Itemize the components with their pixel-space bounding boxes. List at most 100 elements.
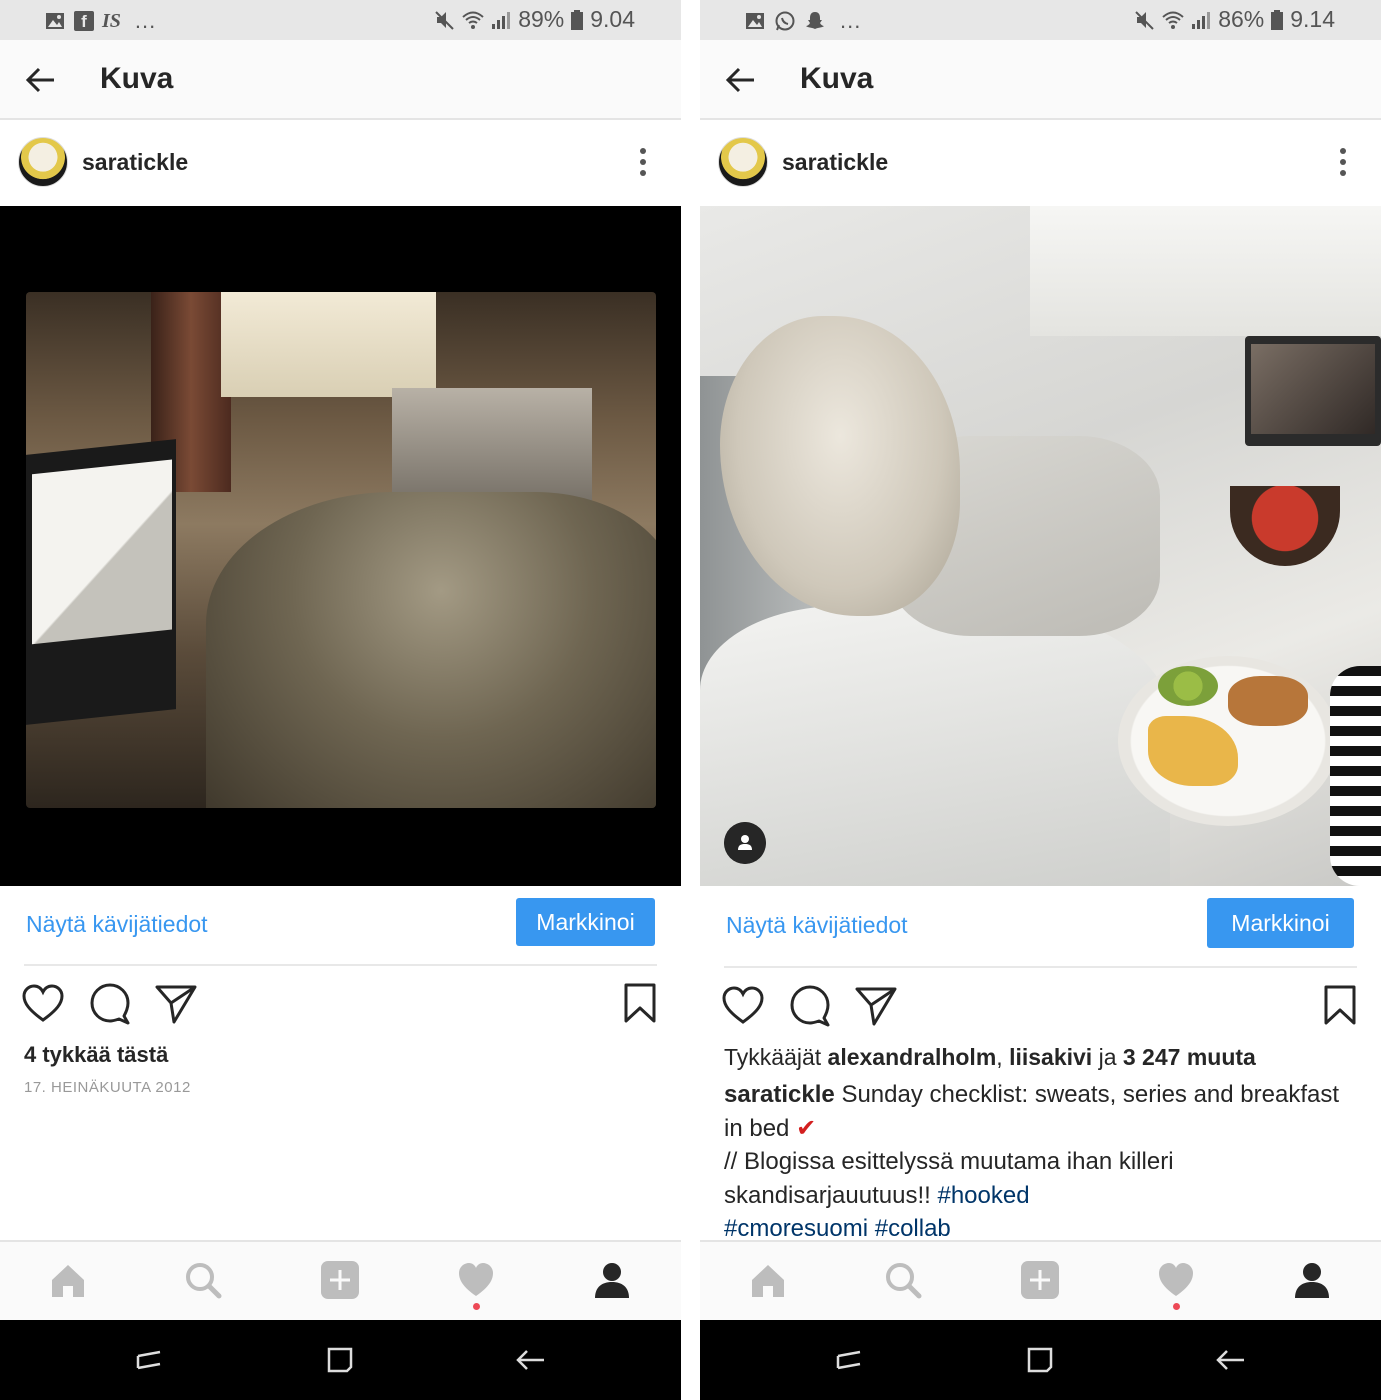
bookmark-icon[interactable]	[618, 982, 662, 1026]
right-screen: ... 86% 9.14 Kuva saratickle Näytä kävij…	[700, 0, 1381, 1400]
likes-prefix: Tykkääjät	[724, 1044, 822, 1070]
photo-content	[26, 292, 656, 808]
is-icon: IS	[102, 9, 121, 32]
left-screen: f IS ... 89% 9.04 Kuva saratickle Näytä …	[0, 0, 681, 1400]
heart-icon[interactable]	[21, 982, 65, 1026]
wifi-icon	[1162, 11, 1184, 29]
screenshot-divider	[681, 0, 700, 1400]
likes-join: ja	[1098, 1044, 1117, 1070]
battery-percent: 89%	[518, 6, 565, 32]
notification-dot	[473, 1303, 480, 1310]
comment-icon[interactable]	[788, 984, 832, 1028]
recents-icon[interactable]	[832, 1342, 868, 1378]
home-icon[interactable]	[48, 1260, 88, 1300]
notification-dot	[1173, 1303, 1180, 1310]
back-arrow-icon[interactable]	[722, 62, 758, 98]
post-header: saratickle	[700, 122, 1381, 206]
battery-icon	[1271, 9, 1284, 30]
post-caption: saratickle Sunday checklist: sweats, ser…	[724, 1078, 1364, 1246]
comment-icon[interactable]	[88, 982, 132, 1026]
image-icon	[46, 13, 64, 29]
view-insights-link[interactable]: Näytä kävijätiedot	[726, 912, 908, 939]
hashtag-link[interactable]: #cmoresuomi	[724, 1215, 868, 1242]
back-arrow-icon[interactable]	[22, 62, 58, 98]
post-username[interactable]: saratickle	[782, 149, 888, 176]
more-notifications: ...	[840, 8, 862, 33]
add-post-icon[interactable]	[320, 1260, 360, 1300]
more-options-icon[interactable]	[1339, 147, 1347, 177]
view-insights-link[interactable]: Näytä kävijätiedot	[26, 911, 208, 938]
facebook-icon: f	[74, 11, 94, 31]
post-actions	[700, 984, 1381, 1044]
divider	[24, 964, 657, 966]
avatar[interactable]	[18, 137, 68, 187]
battery-icon	[571, 9, 584, 30]
more-options-icon[interactable]	[639, 147, 647, 177]
home-button-icon[interactable]	[1022, 1342, 1058, 1378]
page-title: Kuva	[100, 62, 174, 95]
battery-percent: 86%	[1218, 6, 1265, 32]
add-post-icon[interactable]	[1020, 1260, 1060, 1300]
heart-icon[interactable]	[721, 984, 765, 1028]
app-bar: Kuva	[700, 40, 1381, 120]
post-actions	[0, 982, 681, 1042]
mute-icon	[1135, 10, 1154, 30]
status-bar: ... 86% 9.14	[700, 0, 1381, 40]
likes-comma: ,	[996, 1044, 1003, 1070]
activity-heart-icon[interactable]	[1156, 1260, 1196, 1300]
system-back-icon[interactable]	[512, 1342, 548, 1378]
home-button-icon[interactable]	[322, 1342, 358, 1378]
hashtag-link[interactable]: #collab	[875, 1215, 951, 1242]
divider	[724, 966, 1357, 968]
status-right: 86% 9.14	[1134, 6, 1335, 33]
tagged-people-icon[interactable]	[724, 822, 766, 864]
signal-icon	[492, 11, 511, 29]
likes-more-link[interactable]: 3 247 muuta	[1123, 1044, 1256, 1070]
promote-button[interactable]: Markkinoi	[516, 898, 655, 946]
system-back-icon[interactable]	[1212, 1342, 1248, 1378]
status-right: 89% 9.04	[434, 6, 635, 33]
checkmark-emoji: ✔	[796, 1114, 817, 1142]
profile-icon[interactable]	[592, 1260, 632, 1300]
notification-icons: f IS ...	[44, 8, 156, 34]
like-count[interactable]: 4 tykkää tästä	[24, 1042, 168, 1068]
page-title: Kuva	[800, 62, 874, 95]
liker-link[interactable]: alexandralholm	[828, 1044, 997, 1070]
share-icon[interactable]	[154, 982, 198, 1026]
bottom-nav	[0, 1240, 681, 1320]
more-notifications: ...	[134, 8, 157, 33]
activity-heart-icon[interactable]	[456, 1260, 496, 1300]
bottom-nav	[700, 1240, 1381, 1320]
system-nav-bar	[700, 1320, 1381, 1400]
post-photo[interactable]	[700, 206, 1381, 886]
whatsapp-icon	[775, 11, 795, 31]
search-icon[interactable]	[883, 1260, 923, 1300]
home-icon[interactable]	[748, 1260, 788, 1300]
promote-button[interactable]: Markkinoi	[1207, 898, 1354, 948]
image-icon	[746, 13, 764, 29]
post-header: saratickle	[0, 122, 681, 206]
post-username[interactable]: saratickle	[82, 149, 188, 176]
notification-icons: ...	[744, 8, 861, 34]
hashtag-link[interactable]: #hooked	[937, 1182, 1029, 1209]
post-date: 17. HEINÄKUUTA 2012	[24, 1079, 191, 1096]
mute-icon	[435, 10, 454, 30]
bookmark-icon[interactable]	[1318, 984, 1362, 1028]
wifi-icon	[462, 11, 484, 29]
post-photo[interactable]	[0, 206, 681, 886]
app-bar: Kuva	[0, 40, 681, 120]
share-icon[interactable]	[854, 984, 898, 1028]
clock: 9.04	[590, 6, 635, 32]
profile-icon[interactable]	[1292, 1260, 1332, 1300]
status-bar: f IS ... 89% 9.04	[0, 0, 681, 40]
recents-icon[interactable]	[132, 1342, 168, 1378]
likes-summary[interactable]: Tykkääjät alexandralholm, liisakivi ja 3…	[724, 1044, 1256, 1071]
snapchat-icon	[806, 12, 824, 29]
clock: 9.14	[1290, 6, 1335, 32]
signal-icon	[1192, 11, 1211, 29]
search-icon[interactable]	[183, 1260, 223, 1300]
system-nav-bar	[0, 1320, 681, 1400]
avatar[interactable]	[718, 137, 768, 187]
liker-link[interactable]: liisakivi	[1009, 1044, 1092, 1070]
caption-username[interactable]: saratickle	[724, 1081, 835, 1108]
